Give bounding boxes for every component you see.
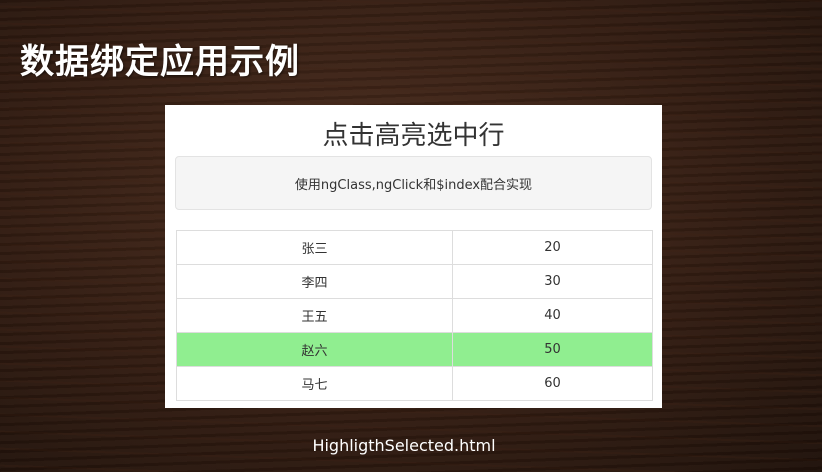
table-row[interactable]: 王五 40 (176, 298, 653, 333)
name-cell[interactable]: 王五 (176, 298, 453, 333)
slide-title: 数据绑定应用示例 (20, 42, 300, 82)
name-cell[interactable]: 赵六 (176, 332, 453, 367)
name-cell[interactable]: 张三 (176, 230, 453, 265)
description-text: 使用ngClass,ngClick和$index配合实现 (294, 177, 533, 193)
name-cell[interactable]: 李四 (176, 264, 453, 299)
data-table: 张三 20 李四 30 王五 40 赵六 50 马七 60 (176, 230, 653, 401)
demo-panel: 点击高亮选中行 使用ngClass,ngClick和$index配合实现 张三 … (165, 105, 662, 408)
table-row[interactable]: 赵六 50 (176, 332, 653, 367)
table-row[interactable]: 马七 60 (176, 366, 653, 401)
name-cell[interactable]: 马七 (176, 366, 453, 401)
value-cell[interactable]: 50 (452, 332, 653, 367)
table-row[interactable]: 张三 20 (176, 230, 653, 265)
table-row[interactable]: 李四 30 (176, 264, 653, 299)
value-cell[interactable]: 30 (452, 264, 653, 299)
footer-filename: HighligthSelected.html (312, 436, 496, 455)
demo-title: 点击高亮选中行 (322, 121, 505, 151)
description-well: 使用ngClass,ngClick和$index配合实现 (175, 156, 652, 210)
value-cell[interactable]: 60 (452, 366, 653, 401)
value-cell[interactable]: 20 (452, 230, 653, 265)
value-cell[interactable]: 40 (452, 298, 653, 333)
